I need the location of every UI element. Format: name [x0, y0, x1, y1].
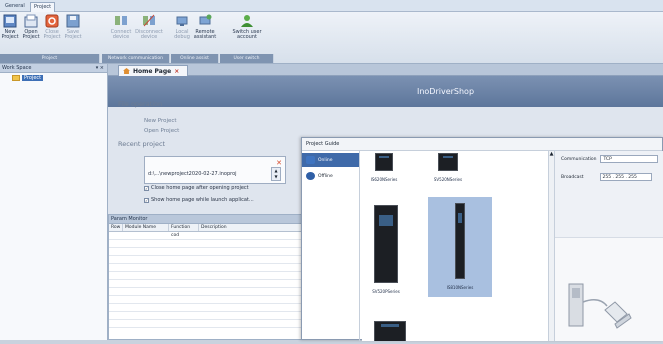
ribbon-tab-bar: General Project	[0, 0, 663, 12]
open-project-button[interactable]: Open Project	[22, 14, 40, 40]
disconnect-icon	[143, 14, 155, 27]
drive-image	[455, 203, 465, 279]
communication-row: Communication TCP	[561, 155, 659, 163]
close-after-open-checkbox[interactable]: ✓ Close home page after opening project	[144, 185, 249, 191]
tree-item-project[interactable]: Project	[12, 75, 107, 81]
work-space-pane: Work Space ▾ ⨯ Project	[0, 64, 108, 340]
drive-laptop-illustration	[568, 283, 632, 329]
recent-list-scroll[interactable]: ▲ ▼	[271, 167, 281, 181]
broadcast-row: Broadcast 255 . 255 . 255	[561, 173, 652, 181]
product-gallery: IS620NSeries SV520NSeries SV520PSeries I…	[362, 151, 548, 341]
local-debug-icon	[176, 16, 188, 26]
remote-assistant-button[interactable]: Remote assistant	[193, 14, 217, 40]
remove-recent-icon[interactable]: ✕	[276, 159, 282, 167]
column-function-code[interactable]: Function cod	[169, 224, 199, 238]
drive-image	[375, 153, 393, 171]
recent-project-item[interactable]: d:\...\newproject2020-02-27.inoproj	[148, 171, 237, 177]
table-row	[109, 232, 302, 240]
close-tab-icon[interactable]: ×	[174, 68, 179, 75]
connection-illustration	[555, 237, 663, 341]
project-guide-dialog: Project Guide Online Offline IS620NSerie…	[301, 137, 663, 341]
table-row	[109, 312, 302, 320]
open-folder-icon	[24, 14, 38, 28]
disconnect-device-button[interactable]: Disconnect device	[135, 14, 163, 40]
connection-settings: Communication TCP Broadcast 255 . 255 . …	[555, 151, 663, 341]
product-sv520n[interactable]: SV520NSeries	[430, 151, 466, 187]
save-project-button[interactable]: Save Project	[64, 14, 82, 40]
product-next[interactable]	[372, 321, 408, 341]
offline-icon	[306, 172, 315, 180]
open-project-link[interactable]: Open Project	[144, 128, 179, 134]
show-on-launch-checkbox[interactable]: ✓ Show home page while launch applicat..…	[144, 197, 254, 203]
dialog-title: Project Guide	[302, 138, 662, 151]
new-project-icon	[3, 14, 17, 28]
document-tab-bar: Home Page ×	[108, 64, 663, 76]
pane-pin-close-buttons[interactable]: ▾ ⨯	[96, 64, 104, 73]
remote-assistant-icon	[199, 14, 212, 25]
connection-mode-list: Online Offline	[302, 151, 360, 341]
home-icon	[123, 68, 130, 74]
drive-image	[374, 321, 406, 341]
drive-image	[374, 205, 398, 283]
product-is620n[interactable]: IS620NSeries	[366, 151, 402, 187]
product-is810n[interactable]: IS810NSeries	[428, 197, 492, 297]
new-project-link[interactable]: New Project	[144, 118, 177, 124]
mode-online[interactable]: Online	[302, 153, 359, 167]
close-project-button[interactable]: Close Project	[43, 14, 61, 40]
column-description[interactable]: Description	[199, 224, 259, 231]
close-project-icon	[45, 14, 59, 28]
param-table-header: Row Module Name Function cod Description	[109, 224, 302, 238]
online-icon	[306, 156, 315, 164]
column-module-name[interactable]: Module Name	[123, 224, 169, 231]
connect-device-button[interactable]: Connect device	[108, 14, 134, 40]
file-operation-heading: File operation	[118, 100, 163, 108]
communication-select[interactable]: TCP	[600, 155, 659, 163]
user-icon	[241, 15, 253, 27]
work-space-header: Work Space ▾ ⨯	[0, 64, 107, 73]
table-row	[109, 296, 302, 304]
folder-icon	[12, 75, 20, 81]
ribbon-group-user-switch: User switch information	[220, 54, 274, 70]
local-debug-button[interactable]: Local debug	[172, 14, 192, 40]
table-row	[109, 288, 302, 296]
table-row	[109, 256, 302, 264]
param-monitor-pane: Param Monitor Row Module Name Function c…	[108, 214, 303, 340]
save-icon	[66, 14, 80, 28]
table-row	[109, 264, 302, 272]
column-row[interactable]: Row	[109, 224, 123, 231]
ribbon-group-online-assist: Online assist	[171, 54, 219, 63]
checkbox-box: ✓	[144, 185, 149, 191]
new-project-button[interactable]: New Project	[1, 14, 19, 40]
switch-user-button[interactable]: Switch user account	[229, 14, 265, 40]
recent-project-list[interactable]: ✕ d:\...\newproject2020-02-27.inoproj	[144, 156, 286, 184]
ribbon-group-network: Network communication	[102, 54, 170, 63]
gallery-scrollbar[interactable]: ▲	[548, 151, 555, 341]
tab-project[interactable]: Project	[30, 2, 56, 12]
ribbon-group-project: Project	[0, 54, 100, 63]
ribbon: New Project Open Project Close Project S…	[0, 12, 663, 70]
brand-banner: InoDriverShop	[108, 76, 663, 107]
tab-general[interactable]: General	[2, 2, 28, 12]
table-row	[109, 320, 302, 328]
table-row	[109, 240, 302, 248]
table-row	[109, 248, 302, 256]
table-row	[109, 272, 302, 280]
mode-offline[interactable]: Offline	[302, 169, 359, 183]
checkbox-box: ✓	[144, 197, 149, 203]
recent-project-heading: Recent project	[118, 140, 166, 148]
broadcast-ip-field[interactable]: 255 . 255 . 255	[599, 173, 652, 181]
param-monitor-header: Param Monitor	[109, 215, 302, 224]
tab-home-page[interactable]: Home Page ×	[118, 65, 188, 76]
table-row	[109, 304, 302, 312]
product-sv520p[interactable]: SV520PSeries	[366, 203, 406, 303]
table-row	[109, 280, 302, 288]
connect-icon	[115, 16, 127, 25]
drive-image	[438, 153, 458, 171]
